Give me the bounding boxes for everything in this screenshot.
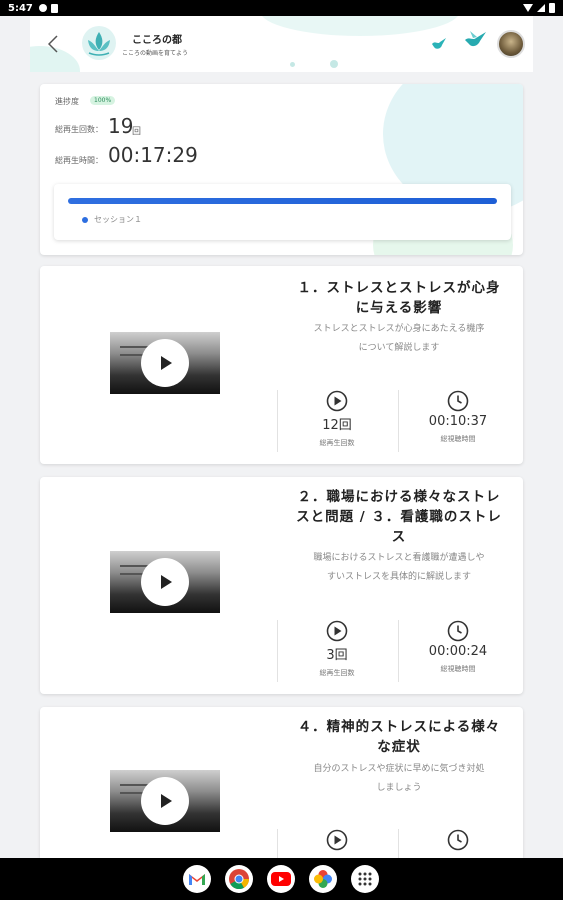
play-button[interactable] bbox=[141, 558, 189, 606]
play-icon bbox=[161, 356, 172, 370]
navigation-bar bbox=[0, 858, 563, 900]
photos-icon[interactable] bbox=[309, 865, 337, 893]
play-count-label: 総再生回数 bbox=[319, 669, 355, 677]
play-count-value: 3回 bbox=[326, 648, 348, 663]
session-progress-box: セッション１ bbox=[54, 184, 511, 240]
play-circle-icon bbox=[326, 620, 348, 642]
session-progress-fill bbox=[68, 198, 497, 204]
wifi-icon bbox=[523, 4, 533, 12]
video-thumbnail[interactable] bbox=[110, 770, 220, 832]
watch-time-label: 総視聴時間 bbox=[440, 435, 476, 443]
total-time-label: 総再生時間： bbox=[55, 156, 103, 165]
total-plays-unit: 回 bbox=[132, 127, 142, 137]
watch-time-value: 00:00:24 bbox=[428, 644, 488, 659]
play-count-stat: 3回 総再生回数 bbox=[277, 620, 397, 678]
session-legend-dot bbox=[82, 217, 88, 223]
gmail-icon[interactable] bbox=[183, 865, 211, 893]
play-button[interactable] bbox=[141, 777, 189, 825]
play-icon bbox=[161, 794, 172, 808]
play-button[interactable] bbox=[141, 339, 189, 387]
app-subtitle: こころの動画を育てよう bbox=[122, 50, 189, 57]
user-avatar[interactable] bbox=[497, 30, 525, 58]
total-plays-label: 総再生回数： bbox=[55, 125, 103, 134]
app-header: こころの都 こころの動画を育てよう bbox=[30, 16, 533, 72]
lesson-title: １．ストレスとストレスが心身 に与える影響 bbox=[297, 280, 501, 316]
bird-large-icon bbox=[465, 31, 486, 47]
total-plays-value: 19 bbox=[108, 114, 134, 138]
watch-time-stat: 00:00:24 総視聴時間 bbox=[398, 620, 518, 674]
play-circle-icon bbox=[326, 829, 348, 851]
clock-icon bbox=[447, 829, 469, 851]
youtube-icon[interactable] bbox=[267, 865, 295, 893]
back-button[interactable] bbox=[42, 32, 64, 56]
clock-icon bbox=[447, 620, 469, 642]
play-count-stat: 12回 総再生回数 bbox=[277, 390, 397, 448]
lesson-card[interactable]: １．ストレスとストレスが心身 に与える影響 ストレスとストレスが心身にあたえる機… bbox=[40, 266, 523, 464]
notification-icon bbox=[38, 4, 47, 12]
lesson-description: ストレスとストレスが心身にあたえる機序 について解説します bbox=[313, 324, 485, 353]
app-logo bbox=[82, 26, 116, 60]
watch-time-value: 00:10:37 bbox=[428, 414, 488, 429]
bird-small-icon bbox=[432, 38, 446, 49]
session-progress-bar bbox=[68, 198, 497, 204]
apps-icon[interactable] bbox=[351, 865, 379, 893]
play-count-label: 総再生回数 bbox=[319, 439, 355, 447]
play-count-value: 12回 bbox=[322, 418, 352, 433]
status-time: 5:47 bbox=[8, 2, 33, 14]
sd-card-icon bbox=[50, 3, 58, 13]
app-title: こころの都 bbox=[132, 35, 182, 46]
lesson-title: ４．精神的ストレスによる様々 な症状 bbox=[297, 719, 501, 755]
video-thumbnail[interactable] bbox=[110, 332, 220, 394]
progress-summary-card: 進捗度 100% 総再生回数： 19 回 総再生時間： 00:17:29 セッシ… bbox=[40, 84, 523, 255]
progress-label: 進捗度 bbox=[55, 97, 79, 106]
battery-icon bbox=[549, 3, 555, 13]
watch-time-label: 総視聴時間 bbox=[440, 665, 476, 673]
session-name: セッション１ bbox=[94, 215, 142, 224]
chrome-icon[interactable] bbox=[225, 865, 253, 893]
watch-time-stat: 00:10:37 総視聴時間 bbox=[398, 390, 518, 444]
video-thumbnail[interactable] bbox=[110, 551, 220, 613]
play-circle-icon bbox=[326, 390, 348, 412]
signal-icon bbox=[537, 4, 545, 12]
play-count-stat bbox=[277, 829, 397, 851]
lesson-card[interactable]: ２．職場における様々なストレ スと問題 / ３．看護職のストレ ス 職場における… bbox=[40, 477, 523, 694]
clock-icon bbox=[447, 390, 469, 412]
watch-time-stat bbox=[398, 829, 518, 851]
lesson-description: 職場におけるストレスと看護職が遭遇しや すいストレスを具体的に解説します bbox=[313, 553, 485, 582]
lesson-card[interactable]: ４．精神的ストレスによる様々 な症状 自分のストレスや症状に早めに気づき対処 し… bbox=[40, 707, 523, 858]
chevron-left-icon bbox=[48, 35, 58, 53]
status-bar: 5:47 bbox=[0, 0, 563, 16]
lesson-title: ２．職場における様々なストレ スと問題 / ３．看護職のストレ ス bbox=[296, 489, 502, 545]
total-time-value: 00:17:29 bbox=[108, 143, 198, 167]
play-icon bbox=[161, 575, 172, 589]
lesson-description: 自分のストレスや症状に早めに気づき対処 しましょう bbox=[313, 764, 485, 793]
progress-badge: 100% bbox=[90, 96, 116, 105]
